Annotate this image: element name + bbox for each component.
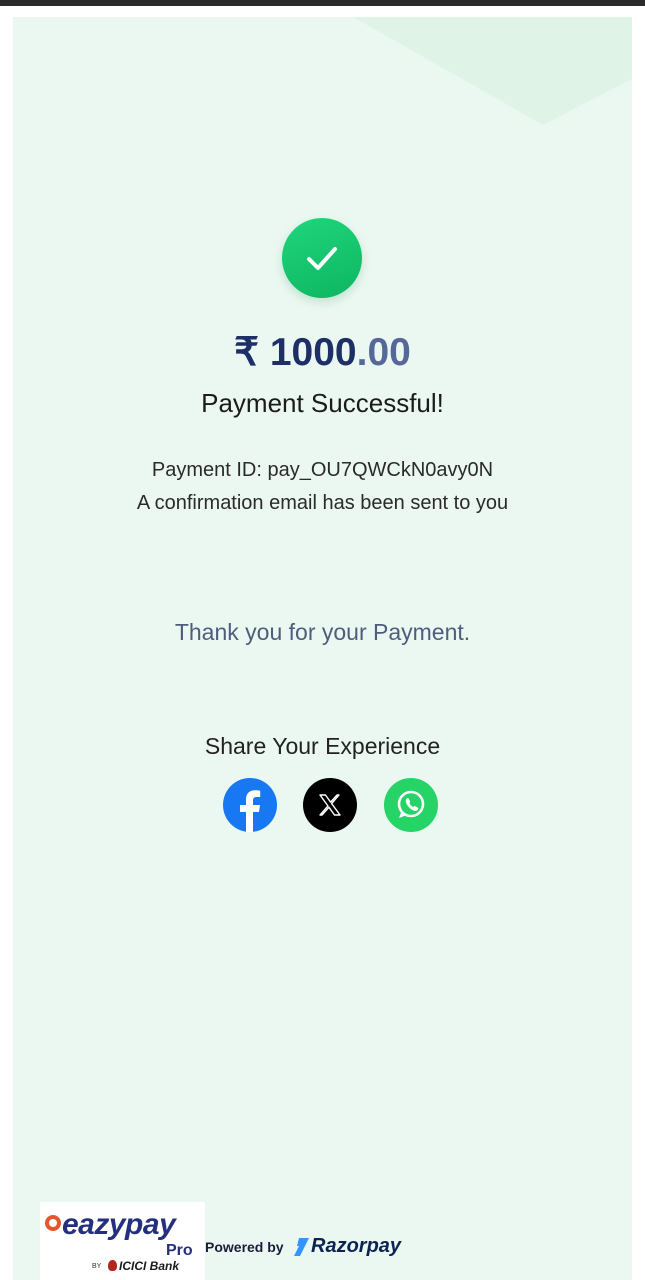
payment-amount: ₹ 1000.00 — [13, 330, 632, 375]
powered-by-label: Powered by — [205, 1239, 284, 1255]
razorpay-text: Razorpay — [311, 1235, 402, 1257]
eazypay-logo: eazypay Pro BY ICICI Bank — [40, 1202, 205, 1280]
share-title: Share Your Experience — [204, 733, 441, 759]
eazypay-pro: Pro — [166, 1242, 193, 1259]
x-icon[interactable] — [303, 778, 357, 832]
payment-success-panel: ₹ 1000.00 Payment Successful! Payment ID… — [13, 17, 632, 1280]
eazypay-brand: eazypay — [62, 1208, 176, 1241]
amount-decimal: .00 — [356, 331, 411, 374]
payment-status: Payment Successful! — [201, 388, 444, 418]
amount-whole: 1000 — [269, 331, 357, 374]
by-label: BY — [92, 1263, 102, 1270]
whatsapp-icon[interactable] — [384, 778, 438, 832]
facebook-icon[interactable] — [223, 778, 277, 832]
eazypay-mark-icon — [45, 1215, 61, 1231]
payment-id: Payment ID: pay_OU7QWCkN0avy0N — [151, 459, 494, 481]
background-decoration — [353, 17, 632, 125]
thank-you-message: Thank you for your Payment. — [174, 619, 471, 645]
success-check-icon — [282, 218, 362, 298]
currency-symbol: ₹ — [234, 331, 259, 374]
razorpay-logo: Razorpay — [293, 1235, 401, 1258]
icici-bank-label: ICICI Bank — [108, 1259, 179, 1273]
top-status-strip — [0, 0, 645, 6]
confirmation-message: A confirmation email has been sent to yo… — [136, 492, 509, 514]
razorpay-mark-icon — [294, 1237, 309, 1256]
